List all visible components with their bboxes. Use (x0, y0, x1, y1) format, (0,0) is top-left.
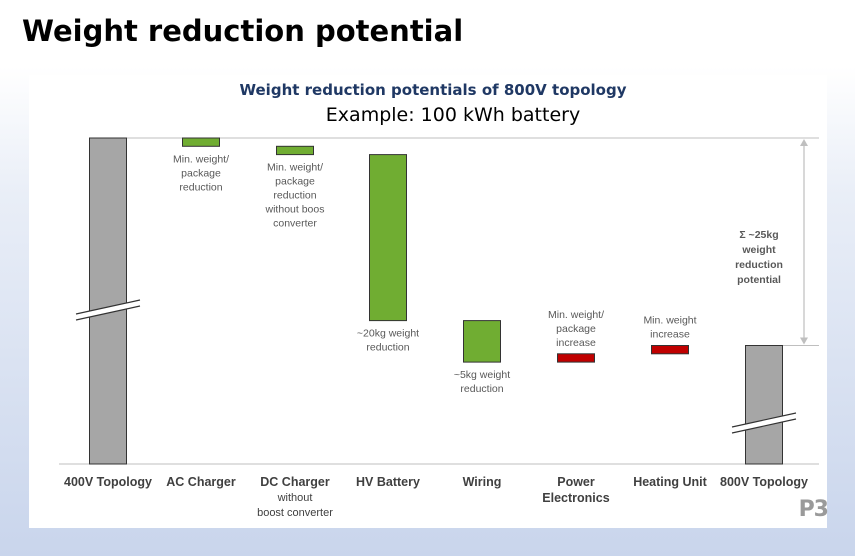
value-label-2-0: Min. weight/ (267, 162, 323, 174)
value-label-6-1: increase (650, 329, 690, 341)
value-label-5-2: increase (556, 337, 596, 349)
value-label-6-0: Min. weight (643, 315, 696, 327)
value-label-5-0: Min. weight/ (548, 309, 604, 321)
value-label-3-0: ~20kg weight (357, 328, 419, 340)
value-label-1-0: Min. weight/ (173, 153, 229, 165)
category-label-0-0: 400V Topology (64, 475, 152, 489)
total-change-arrow-head-bottom (800, 337, 808, 345)
value-label-5-1: package (556, 323, 596, 335)
value-label-1-1: package (181, 167, 221, 179)
value-label-4-1: reduction (460, 383, 503, 395)
category-label-5-0: Power (557, 475, 595, 489)
value-label-2-2: reduction (273, 190, 316, 202)
category-label-2-2: boost converter (257, 507, 333, 519)
bar-3 (369, 154, 407, 322)
bar-6 (651, 345, 689, 355)
bar-4 (463, 320, 501, 363)
chart-title: Weight reduction potentials of 800V topo… (240, 81, 627, 99)
category-label-1-0: AC Charger (166, 475, 236, 489)
bar-0 (89, 137, 127, 465)
total-change-label-2: reduction (735, 259, 783, 271)
value-label-1-2: reduction (179, 181, 222, 193)
chart-subtitle: Example: 100 kWh battery (326, 104, 580, 126)
bar-2 (276, 145, 314, 156)
category-label-7-0: 800V Topology (720, 475, 808, 489)
chart-panel: Weight reduction potentials of 800V topo… (29, 75, 827, 528)
waterfall-chart: Weight reduction potentials of 800V topo… (59, 81, 819, 519)
category-label-2-0: DC Charger (260, 475, 330, 489)
category-label-3-0: HV Battery (356, 475, 420, 489)
value-label-2-4: converter (273, 218, 317, 230)
value-label-2-1: package (275, 176, 315, 188)
category-label-2-1: without (277, 492, 313, 504)
bar-5 (557, 353, 595, 363)
value-label-2-3: without boos (265, 204, 325, 216)
total-change-label-3: potential (737, 274, 781, 286)
total-change-label-0: Σ ~25kg (739, 229, 778, 241)
bar-1 (182, 137, 220, 147)
category-label-6-0: Heating Unit (633, 475, 707, 489)
value-label-4-0: ~5kg weight (454, 369, 510, 381)
value-label-3-1: reduction (366, 342, 409, 354)
total-change-arrow-head-top (800, 139, 808, 146)
category-label-4-0: Wiring (463, 475, 502, 489)
total-change-label-1: weight (741, 244, 776, 256)
p3-logo: P3 (798, 497, 829, 522)
slide-title: Weight reduction potential (22, 14, 464, 48)
bar-7 (745, 345, 783, 465)
category-label-5-1: Electronics (542, 491, 609, 505)
